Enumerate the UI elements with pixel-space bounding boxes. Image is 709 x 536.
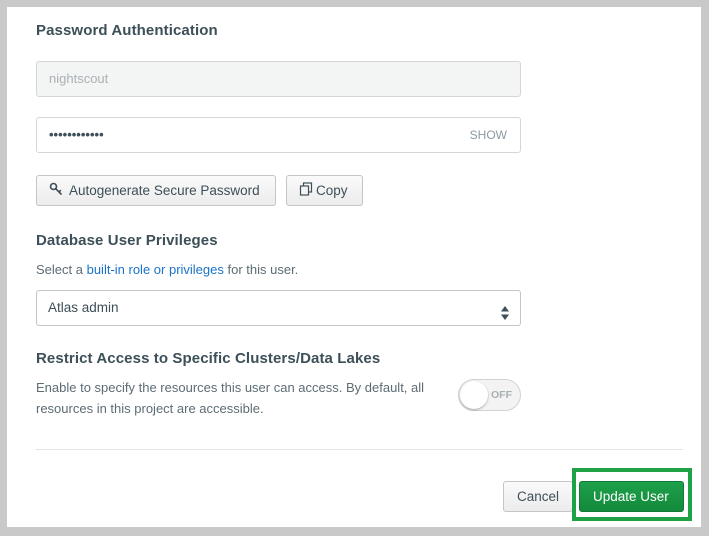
copy-password-button[interactable]: Copy xyxy=(286,175,363,206)
password-value: •••••••••••• xyxy=(49,127,104,142)
restrict-access-toggle[interactable]: OFF xyxy=(458,379,521,411)
help-prefix: Select a xyxy=(36,262,87,277)
edit-user-modal: Password Authentication nightscout •••••… xyxy=(7,7,701,527)
role-selected-value: Atlas admin xyxy=(48,300,119,315)
select-arrows-icon xyxy=(500,300,510,334)
toggle-knob xyxy=(460,381,488,409)
privileges-section-title: Database User Privileges xyxy=(36,232,218,249)
help-suffix: for this user. xyxy=(223,262,299,277)
built-in-role-link[interactable]: built-in role or privileges xyxy=(87,262,224,277)
copy-label: Copy xyxy=(316,183,348,198)
restrict-description: Enable to specify the resources this use… xyxy=(36,377,456,419)
username-value: nightscout xyxy=(49,71,109,86)
footer-divider xyxy=(36,449,683,450)
password-section-title: Password Authentication xyxy=(36,22,218,39)
role-select[interactable]: Atlas admin xyxy=(36,290,521,326)
autogenerate-password-button[interactable]: Autogenerate Secure Password xyxy=(36,175,276,206)
key-icon xyxy=(49,177,63,206)
restrict-description-line1: Enable to specify the resources this use… xyxy=(36,380,425,395)
restrict-description-line2: resources in this project are accessible… xyxy=(36,401,264,416)
username-field: nightscout xyxy=(36,61,521,97)
cancel-button[interactable]: Cancel xyxy=(503,481,574,512)
password-field[interactable]: •••••••••••• SHOW xyxy=(36,117,521,153)
autogenerate-label: Autogenerate Secure Password xyxy=(69,183,260,198)
update-user-button[interactable]: Update User xyxy=(579,481,684,512)
copy-icon xyxy=(299,177,313,206)
show-password-button[interactable]: SHOW xyxy=(470,118,507,152)
restrict-section-title: Restrict Access to Specific Clusters/Dat… xyxy=(36,350,381,367)
privileges-help-text: Select a built-in role or privileges for… xyxy=(36,262,298,277)
toggle-state-label: OFF xyxy=(491,389,512,401)
